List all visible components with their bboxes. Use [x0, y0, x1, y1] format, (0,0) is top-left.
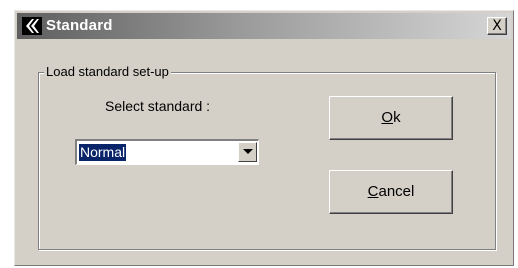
app-logo-icon [22, 17, 42, 35]
close-button[interactable]: X [487, 17, 507, 35]
standard-select[interactable]: Normal [75, 139, 259, 165]
cancel-label-rest: ancel [378, 183, 415, 200]
ok-mnemonic: O [381, 109, 394, 126]
title-bar[interactable]: Standard X [17, 13, 511, 39]
group-legend: Load standard set-up [44, 64, 171, 79]
ok-button[interactable]: Ok [329, 96, 453, 140]
cancel-mnemonic: C [367, 183, 379, 200]
close-icon: X [492, 18, 502, 34]
window-title: Standard [46, 17, 113, 34]
dropdown-button[interactable] [238, 142, 257, 162]
chevron-down-icon [243, 149, 253, 154]
select-standard-label: Select standard : [105, 98, 211, 114]
ok-label-rest: k [393, 109, 401, 126]
selected-standard-value: Normal [79, 144, 127, 161]
cancel-button[interactable]: Cancel [329, 170, 453, 214]
